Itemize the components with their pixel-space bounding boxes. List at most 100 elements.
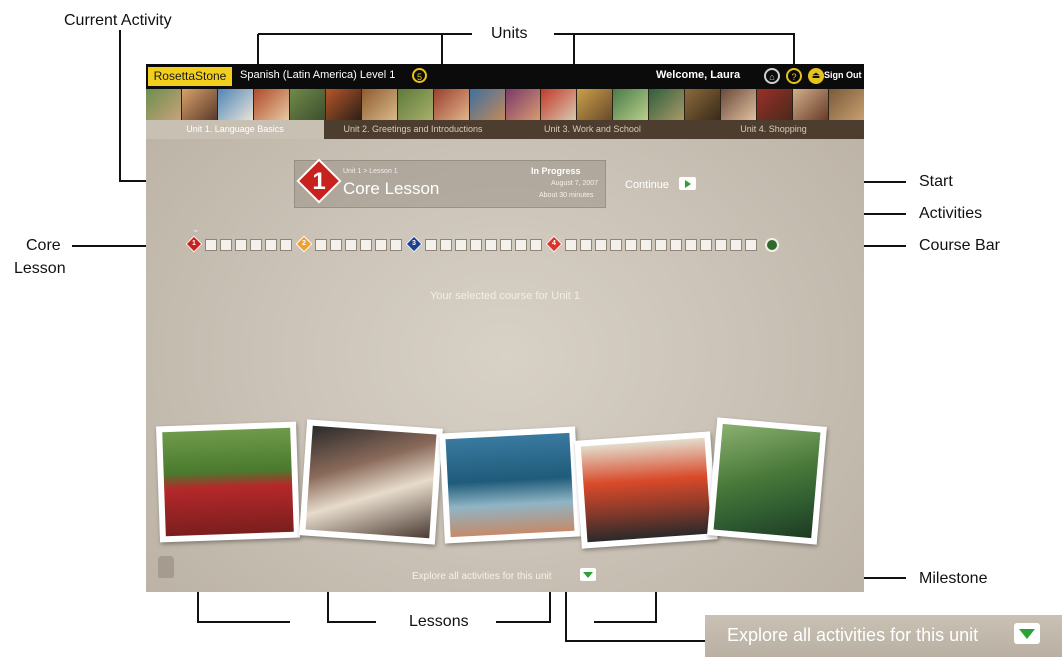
level-badge-icon[interactable]: 5 [412, 68, 427, 83]
unit-thumbnail[interactable] [253, 89, 290, 120]
activity-square[interactable] [485, 239, 497, 251]
milestone-icon[interactable] [765, 238, 779, 252]
activity-square[interactable] [205, 239, 217, 251]
activity-square[interactable] [440, 239, 452, 251]
activity-square[interactable] [345, 239, 357, 251]
top-bar: RosettaStone Spanish (Latin America) Lev… [146, 64, 864, 89]
unit-thumbnail[interactable] [361, 89, 398, 120]
activity-square[interactable] [375, 239, 387, 251]
activity-square[interactable] [700, 239, 712, 251]
unit-thumbnail[interactable] [469, 89, 506, 120]
selected-course-text: Your selected course for Unit 1 [429, 290, 580, 302]
activity-square[interactable] [455, 239, 467, 251]
lesson-image [305, 425, 437, 539]
home-icon[interactable]: ⌂ [764, 68, 780, 84]
activity-square[interactable] [470, 239, 482, 251]
lesson-image [162, 427, 294, 537]
lesson-1-diamond-icon[interactable]: 1 [185, 235, 203, 253]
activity-square[interactable] [515, 239, 527, 251]
lesson-4-diamond-icon[interactable]: 4 [545, 235, 563, 253]
tab-unit-3[interactable]: Unit 3. Work and School [502, 120, 683, 139]
unit-thumbnail[interactable] [146, 89, 182, 120]
breadcrumb: Unit 1 > Lesson 1 [343, 168, 398, 175]
callout-label: Explore all activities for this unit [727, 625, 979, 645]
activity-square[interactable] [640, 239, 652, 251]
activity-square[interactable] [565, 239, 577, 251]
unit-thumbnail[interactable] [793, 89, 830, 120]
activity-square[interactable] [625, 239, 637, 251]
chevron-down-icon: ⌄ [192, 224, 200, 234]
unit-thumbnail[interactable] [685, 89, 722, 120]
unit-thumbnail[interactable] [181, 89, 218, 120]
tab-unit-2[interactable]: Unit 2. Greetings and Introductions [324, 120, 502, 139]
activity-square[interactable] [715, 239, 727, 251]
activity-square[interactable] [685, 239, 697, 251]
activity-square[interactable] [390, 239, 402, 251]
activity-square[interactable] [360, 239, 372, 251]
annotation-activities: Activities [919, 205, 983, 222]
activity-square[interactable] [580, 239, 592, 251]
activity-square[interactable] [670, 239, 682, 251]
explore-activities-link[interactable]: Explore all activities for this unit [412, 571, 552, 582]
activity-square[interactable] [280, 239, 292, 251]
unit-thumbnail[interactable] [289, 89, 326, 120]
activity-square[interactable] [235, 239, 247, 251]
sign-out-icon[interactable]: ⏏ [808, 68, 824, 84]
tray-icon[interactable] [158, 556, 174, 578]
unit-tabs: Unit 1. Language Basics Unit 2. Greeting… [146, 120, 864, 139]
lesson-photo-4[interactable] [574, 431, 718, 549]
unit-thumbnail[interactable] [505, 89, 542, 120]
activity-square[interactable] [530, 239, 542, 251]
annotation-core: Core [26, 237, 61, 254]
activity-square[interactable] [330, 239, 342, 251]
annotation-start: Start [919, 173, 953, 190]
annotation-milestone: Milestone [919, 570, 988, 587]
lesson-photo-3[interactable] [439, 426, 581, 544]
unit-thumbnail[interactable] [325, 89, 362, 120]
lesson-photo-2[interactable] [299, 419, 443, 545]
callout-expand-button[interactable] [1014, 623, 1040, 644]
unit-thumbnail[interactable] [577, 89, 614, 120]
lesson-title: Core Lesson [343, 179, 440, 198]
rosetta-stone-window: RosettaStone Spanish (Latin America) Lev… [146, 64, 864, 592]
activity-square[interactable] [250, 239, 262, 251]
unit-thumbnail[interactable] [757, 89, 794, 120]
unit-thumbnail[interactable] [613, 89, 650, 120]
unit-thumbnail[interactable] [541, 89, 578, 120]
rosetta-stone-logo: RosettaStone [148, 67, 232, 86]
unit-thumbnail-strip[interactable] [146, 89, 864, 120]
lesson-photo-1[interactable] [156, 421, 300, 543]
current-activity-card[interactable]: 1 Unit 1 > Lesson 1 Core Lesson In Progr… [294, 158, 696, 208]
help-icon[interactable]: ? [786, 68, 802, 84]
unit-thumbnail[interactable] [649, 89, 686, 120]
activity-square[interactable] [655, 239, 667, 251]
unit-thumbnail[interactable] [397, 89, 434, 120]
unit-thumbnail[interactable] [217, 89, 254, 120]
unit-thumbnail[interactable] [433, 89, 470, 120]
unit-thumbnail[interactable] [829, 89, 864, 120]
continue-label[interactable]: Continue [625, 179, 669, 191]
lesson-diamond-number: 3 [412, 240, 416, 247]
activity-square[interactable] [500, 239, 512, 251]
status-text: In Progress [531, 166, 581, 176]
activity-square[interactable] [595, 239, 607, 251]
continue-play-button[interactable] [679, 177, 696, 190]
lesson-date: August 7, 2007 [551, 180, 599, 187]
activity-square[interactable] [610, 239, 622, 251]
tab-unit-1[interactable]: Unit 1. Language Basics [146, 120, 324, 139]
activity-square[interactable] [730, 239, 742, 251]
milestone-photo[interactable] [707, 417, 827, 545]
activity-square[interactable] [425, 239, 437, 251]
activity-square[interactable] [220, 239, 232, 251]
lesson-2-diamond-icon[interactable]: 2 [295, 235, 313, 253]
explore-expand-button[interactable] [580, 568, 596, 581]
activity-square[interactable] [745, 239, 757, 251]
unit-thumbnail[interactable] [721, 89, 758, 120]
sign-out-link[interactable]: Sign Out [824, 70, 862, 80]
activity-square[interactable] [265, 239, 277, 251]
activity-square[interactable] [315, 239, 327, 251]
tab-unit-4[interactable]: Unit 4. Shopping [683, 120, 864, 139]
lesson-3-diamond-icon[interactable]: 3 [405, 235, 423, 253]
lesson-diamond-number: 4 [552, 240, 556, 247]
lesson-diamond-number: 2 [302, 240, 306, 247]
